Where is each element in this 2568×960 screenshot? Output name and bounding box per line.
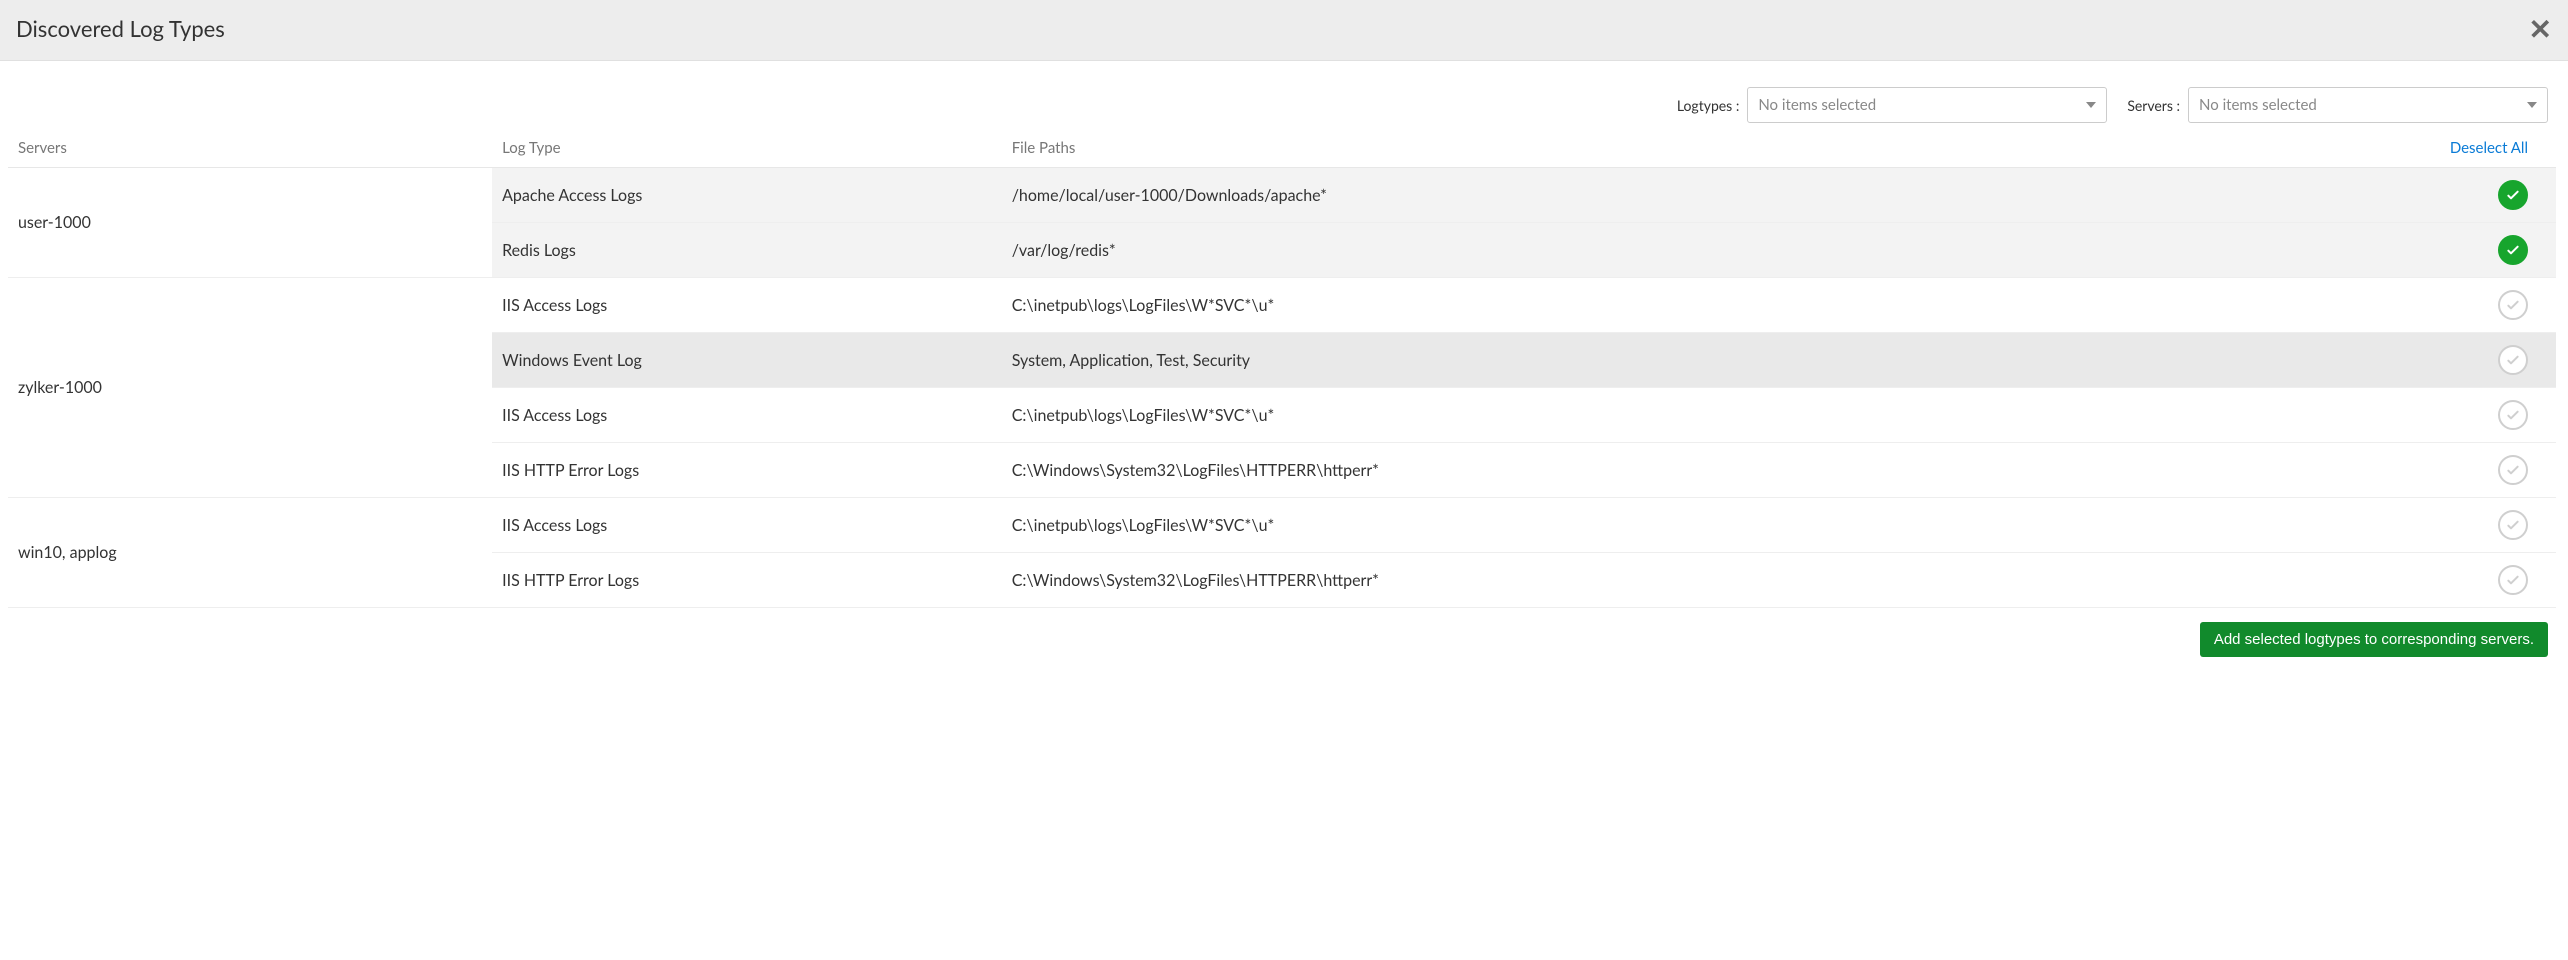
logtypes-placeholder: No items selected [1758, 96, 1876, 114]
logtype-cell: IIS Access Logs [492, 388, 1002, 443]
logtype-cell: Apache Access Logs [492, 168, 1002, 223]
select-toggle[interactable] [2498, 565, 2528, 595]
filepath-cell: C:\inetpub\logs\LogFiles\W*SVC*\u* [1002, 278, 2352, 333]
logtype-cell: IIS Access Logs [492, 498, 1002, 553]
select-cell [2352, 553, 2556, 608]
logtypes-dropdown[interactable]: No items selected [1747, 87, 2107, 123]
select-toggle[interactable] [2498, 235, 2528, 265]
select-toggle[interactable] [2498, 400, 2528, 430]
dialog-title: Discovered Log Types [16, 15, 225, 42]
col-servers: Servers [8, 129, 492, 168]
servers-dropdown[interactable]: No items selected [2188, 87, 2548, 123]
logtype-cell: IIS HTTP Error Logs [492, 443, 1002, 498]
select-cell [2352, 498, 2556, 553]
servers-filter: Servers : No items selected [2127, 87, 2548, 123]
select-toggle[interactable] [2498, 345, 2528, 375]
select-cell [2352, 443, 2556, 498]
table-row: zylker-1000IIS Access LogsC:\inetpub\log… [8, 278, 2556, 333]
log-types-table: Servers Log Type File Paths Deselect All… [8, 129, 2556, 608]
select-cell [2352, 278, 2556, 333]
filepath-cell: C:\Windows\System32\LogFiles\HTTPERR\htt… [1002, 553, 2352, 608]
select-cell [2352, 168, 2556, 223]
filepath-cell: C:\inetpub\logs\LogFiles\W*SVC*\u* [1002, 388, 2352, 443]
table-header-row: Servers Log Type File Paths Deselect All [8, 129, 2556, 168]
col-logtype: Log Type [492, 129, 1002, 168]
servers-placeholder: No items selected [2199, 96, 2317, 114]
table-row: win10, applogIIS Access LogsC:\inetpub\l… [8, 498, 2556, 553]
server-cell: zylker-1000 [8, 278, 492, 498]
dialog-header: Discovered Log Types ✕ [0, 0, 2568, 61]
filter-bar: Logtypes : No items selected Servers : N… [0, 61, 2568, 129]
select-cell [2352, 223, 2556, 278]
select-cell [2352, 333, 2556, 388]
col-select: Deselect All [2352, 129, 2556, 168]
dialog-footer: Add selected logtypes to corresponding s… [0, 608, 2568, 667]
server-cell: win10, applog [8, 498, 492, 608]
col-filepaths: File Paths [1002, 129, 2352, 168]
deselect-all-link[interactable]: Deselect All [2450, 139, 2528, 157]
chevron-down-icon [2527, 102, 2537, 108]
add-selected-button[interactable]: Add selected logtypes to corresponding s… [2200, 622, 2548, 657]
filepath-cell: C:\Windows\System32\LogFiles\HTTPERR\htt… [1002, 443, 2352, 498]
select-cell [2352, 388, 2556, 443]
filepath-cell: System, Application, Test, Security [1002, 333, 2352, 388]
select-toggle[interactable] [2498, 455, 2528, 485]
server-cell: user-1000 [8, 168, 492, 278]
filepath-cell: /home/local/user-1000/Downloads/apache* [1002, 168, 2352, 223]
filepath-cell: /var/log/redis* [1002, 223, 2352, 278]
select-toggle[interactable] [2498, 510, 2528, 540]
logtype-cell: IIS HTTP Error Logs [492, 553, 1002, 608]
select-toggle[interactable] [2498, 180, 2528, 210]
logtype-cell: IIS Access Logs [492, 278, 1002, 333]
select-toggle[interactable] [2498, 290, 2528, 320]
filepath-cell: C:\inetpub\logs\LogFiles\W*SVC*\u* [1002, 498, 2352, 553]
logtype-cell: Redis Logs [492, 223, 1002, 278]
close-icon[interactable]: ✕ [2529, 14, 2552, 42]
chevron-down-icon [2086, 102, 2096, 108]
table-row: user-1000Apache Access Logs/home/local/u… [8, 168, 2556, 223]
logtype-cell: Windows Event Log [492, 333, 1002, 388]
logtypes-label: Logtypes : [1677, 97, 1739, 114]
logtypes-filter: Logtypes : No items selected [1677, 87, 2107, 123]
servers-label: Servers : [2127, 97, 2180, 114]
